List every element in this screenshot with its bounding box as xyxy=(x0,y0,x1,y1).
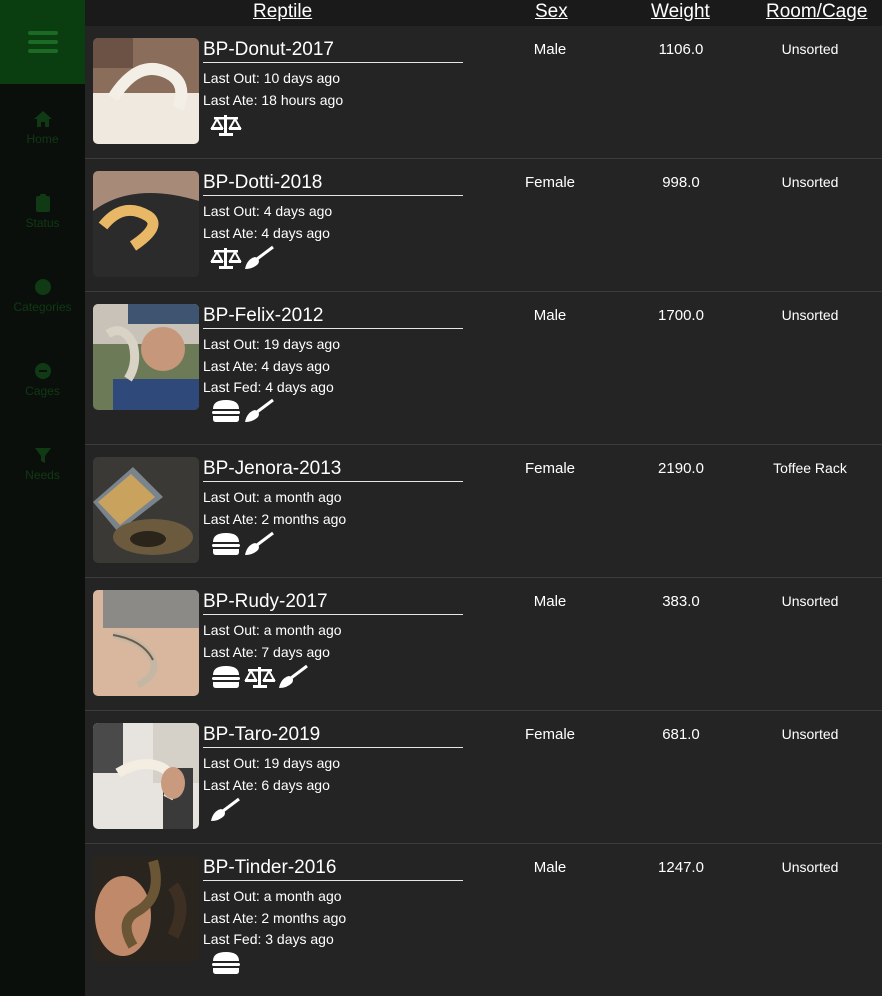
reptile-photo[interactable] xyxy=(93,171,199,277)
weight-cell: 998.0 xyxy=(662,174,700,191)
last-ate-text: Last Ate: 6 days ago xyxy=(203,777,330,793)
room-cell: Unsorted xyxy=(781,174,839,190)
column-header-room[interactable]: Room/Cage xyxy=(766,1,867,23)
reptile-name-link[interactable]: BP-Jenora-2013 xyxy=(203,457,463,482)
weight-cell: 1700.0 xyxy=(658,307,704,324)
weight-cell: 1106.0 xyxy=(658,41,704,58)
table-row[interactable]: BP-Dotti-2018 Last Out: 4 days ago Last … xyxy=(85,159,882,292)
last-out-text: Last Out: a month ago xyxy=(203,888,342,904)
sex-cell: Male xyxy=(533,593,567,610)
scale-icon xyxy=(210,248,242,269)
column-header-weight[interactable]: Weight xyxy=(651,1,710,23)
sidebar-item-label: Categories xyxy=(13,299,72,314)
last-ate-text: Last Ate: 18 hours ago xyxy=(203,92,344,108)
sidebar-item-cages[interactable]: Cages xyxy=(0,344,85,414)
weight-cell: 681.0 xyxy=(662,726,700,743)
filter-icon xyxy=(34,447,51,463)
last-out-text: Last Out: 19 days ago xyxy=(203,755,340,771)
sidebar-item-label: Needs xyxy=(25,467,60,482)
last-ate-text: Last Ate: 4 days ago xyxy=(203,358,330,374)
clipboard-icon xyxy=(35,193,50,212)
reptile-name-link[interactable]: BP-Tinder-2016 xyxy=(203,856,463,881)
reptile-name-link[interactable]: BP-Rudy-2017 xyxy=(203,590,463,615)
sidebar-item-needs[interactable]: Needs xyxy=(0,428,85,498)
broom-icon xyxy=(211,797,240,821)
table-header: Reptile Sex Weight Room/Cage xyxy=(85,0,882,26)
hamburger-icon xyxy=(27,31,58,53)
scale-icon xyxy=(210,115,242,136)
reptile-photo[interactable] xyxy=(93,723,199,829)
last-out-text: Last Out: 10 days ago xyxy=(203,70,340,86)
reptile-photo[interactable] xyxy=(93,856,199,962)
burger-icon xyxy=(212,533,240,555)
burger-icon xyxy=(212,400,240,422)
table-row[interactable]: BP-Felix-2012 Last Out: 19 days ago Last… xyxy=(85,292,882,445)
reptile-photo[interactable] xyxy=(93,38,199,144)
table-row[interactable]: BP-Rudy-2017 Last Out: a month ago Last … xyxy=(85,578,882,711)
sex-cell: Female xyxy=(524,726,576,743)
sex-cell: Female xyxy=(524,174,576,191)
weight-cell: 1247.0 xyxy=(658,859,704,876)
sex-cell: Male xyxy=(533,41,567,58)
room-cell: Unsorted xyxy=(781,859,839,875)
last-ate-text: Last Ate: 4 days ago xyxy=(203,225,330,241)
last-ate-text: Last Ate: 7 days ago xyxy=(203,644,330,660)
last-fed-text: Last Fed: 4 days ago xyxy=(203,379,334,395)
broom-icon xyxy=(245,245,274,269)
home-icon xyxy=(33,110,52,127)
room-cell: Unsorted xyxy=(781,41,839,57)
column-header-sex[interactable]: Sex xyxy=(535,1,568,23)
sidebar-item-label: Cages xyxy=(25,383,60,398)
cage-icon xyxy=(34,362,51,379)
sex-cell: Female xyxy=(524,460,576,477)
table-row[interactable]: BP-Taro-2019 Last Out: 19 days ago Last … xyxy=(85,711,882,844)
last-ate-text: Last Ate: 2 months ago xyxy=(203,511,347,527)
sex-cell: Male xyxy=(533,307,567,324)
sidebar-item-home[interactable]: Home xyxy=(0,92,85,162)
table-row[interactable]: BP-Donut-2017 Last Out: 10 days ago Last… xyxy=(85,26,882,159)
table-row[interactable]: BP-Tinder-2016 Last Out: a month ago Las… xyxy=(85,844,882,996)
scale-icon xyxy=(244,667,276,688)
reptile-photo[interactable] xyxy=(93,590,199,696)
column-header-reptile[interactable]: Reptile xyxy=(253,1,312,23)
weight-cell: 383.0 xyxy=(662,593,700,610)
room-cell: Unsorted xyxy=(781,593,839,609)
table-row[interactable]: BP-Jenora-2013 Last Out: a month ago Las… xyxy=(85,445,882,578)
last-ate-text: Last Ate: 2 months ago xyxy=(203,910,347,926)
sidebar-item-label: Home xyxy=(26,131,59,146)
sex-cell: Male xyxy=(533,859,567,876)
reptile-name-link[interactable]: BP-Taro-2019 xyxy=(203,723,463,748)
sidebar-item-categories[interactable]: Categories xyxy=(0,260,85,330)
broom-icon xyxy=(245,398,274,422)
room-cell: Unsorted xyxy=(781,307,839,323)
reptile-photo[interactable] xyxy=(93,457,199,563)
reptile-name-link[interactable]: BP-Dotti-2018 xyxy=(203,171,463,196)
sidebar-item-status[interactable]: Status xyxy=(0,176,85,246)
menu-button[interactable] xyxy=(0,0,85,84)
last-fed-text: Last Fed: 3 days ago xyxy=(203,931,334,947)
tag-icon xyxy=(34,278,51,295)
burger-icon xyxy=(212,666,240,688)
room-cell: Unsorted xyxy=(781,726,839,742)
last-out-text: Last Out: 19 days ago xyxy=(203,336,340,352)
last-out-text: Last Out: a month ago xyxy=(203,622,342,638)
weight-cell: 2190.0 xyxy=(658,460,704,477)
reptile-photo[interactable] xyxy=(93,304,199,410)
sidebar-item-label: Status xyxy=(25,215,60,230)
last-out-text: Last Out: 4 days ago xyxy=(203,203,333,219)
broom-icon xyxy=(245,531,274,555)
broom-icon xyxy=(279,664,308,688)
reptile-name-link[interactable]: BP-Felix-2012 xyxy=(203,304,463,329)
reptile-name-link[interactable]: BP-Donut-2017 xyxy=(203,38,463,63)
last-out-text: Last Out: a month ago xyxy=(203,489,342,505)
sidebar: Home Status Categories Cages Needs xyxy=(0,0,85,996)
room-cell: Toffee Rack xyxy=(773,460,847,476)
burger-icon xyxy=(212,952,240,974)
